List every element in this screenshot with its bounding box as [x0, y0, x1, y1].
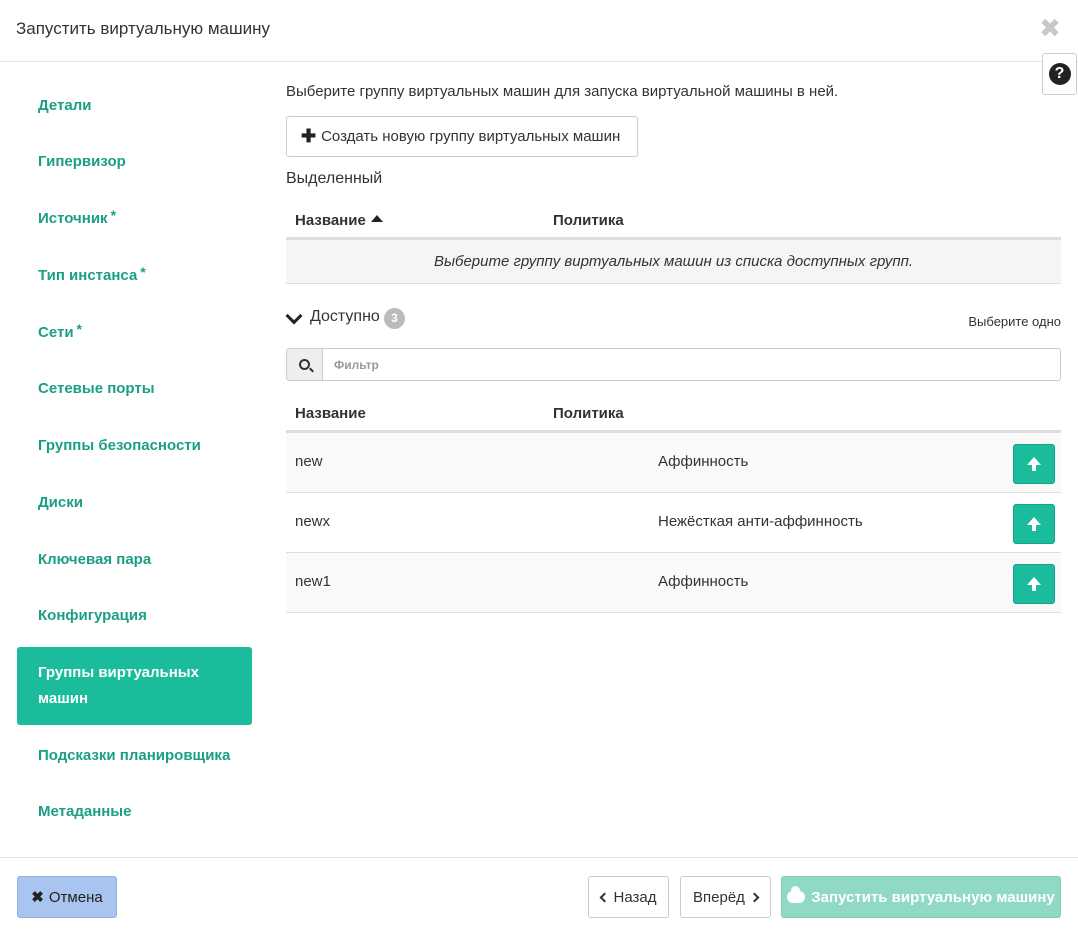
next-button[interactable]: Вперёд	[680, 876, 771, 918]
row-name: newx	[295, 513, 331, 530]
nav-item-server-groups[interactable]: Группы виртуальных машин	[17, 647, 252, 725]
chevron-right-icon	[749, 892, 760, 902]
next-label: Вперёд	[693, 888, 745, 906]
selected-table-header: Название Политика	[286, 200, 1061, 240]
nav-item-label: Конфигурация	[38, 607, 147, 624]
intro-text: Выберите группу виртуальных машин для за…	[286, 83, 839, 100]
available-section-header[interactable]: Доступно 3 Выберите одно	[285, 306, 1061, 332]
arrow-up-icon	[1027, 577, 1041, 591]
nav-item-details[interactable]: Детали	[17, 93, 252, 119]
nav-item-label: Источник	[38, 210, 108, 227]
nav-item-label: Гипервизор	[38, 153, 126, 170]
search-icon	[299, 359, 310, 370]
table-row: new Аффинность	[286, 433, 1061, 493]
required-mark: *	[140, 264, 146, 280]
nav-item-configuration[interactable]: Конфигурация	[17, 603, 252, 629]
selected-section-title: Выделенный	[286, 170, 383, 187]
sort-asc-icon	[370, 215, 383, 222]
row-name: new1	[295, 573, 331, 590]
modal-title: Запустить виртуальную машину	[16, 19, 271, 38]
cloud-upload-icon	[787, 886, 806, 903]
available-table-header: Название Политика	[286, 393, 1061, 433]
back-label: Назад	[613, 888, 657, 906]
back-button[interactable]: Назад	[588, 876, 669, 918]
close-icon: ✖	[31, 889, 44, 906]
allocate-button[interactable]	[1013, 504, 1055, 544]
search-addon	[286, 348, 323, 381]
selected-empty-message: Выберите группу виртуальных машин из спи…	[286, 240, 1061, 284]
nav-item-label: Диски	[38, 494, 83, 511]
required-mark: *	[110, 207, 117, 223]
row-policy: Нежёсткая анти-аффинность	[658, 513, 863, 530]
question-icon: ?	[1048, 63, 1071, 85]
row-policy: Аффинность	[658, 573, 749, 590]
allocate-button[interactable]	[1013, 444, 1055, 484]
required-mark: *	[76, 321, 82, 337]
nav-item-security-groups[interactable]: Группы безопасности	[17, 433, 252, 459]
nav-item-key-pair[interactable]: Ключевая пара	[17, 547, 252, 573]
select-one-hint: Выберите одно	[968, 314, 1061, 329]
filter-input[interactable]	[322, 348, 1061, 381]
nav-item-label: Сети	[38, 324, 74, 341]
table-row: newx Нежёсткая анти-аффинность	[286, 493, 1061, 553]
available-count-badge: 3	[384, 308, 405, 329]
close-icon[interactable]: ✖	[1038, 15, 1062, 41]
modal-footer: ✖ Отмена Назад Вперёд Запустить виртуаль…	[0, 857, 1078, 934]
nav-item-label: Ключевая пара	[38, 551, 152, 568]
nav-item-label: Сетевые порты	[38, 380, 155, 397]
modal-header: Запустить виртуальную машину ✖	[0, 0, 1078, 62]
allocate-button[interactable]	[1013, 564, 1055, 604]
nav-item-label: Тип инстанса	[38, 267, 138, 284]
nav-item-label: Группы виртуальных машин	[38, 664, 199, 707]
nav-item-label: Детали	[38, 97, 92, 114]
help-button[interactable]: ?	[1042, 53, 1077, 95]
column-header-name[interactable]: Название	[295, 212, 383, 229]
nav-item-network-ports[interactable]: Сетевые порты	[17, 376, 252, 402]
launch-label: Запустить виртуальную машину	[811, 888, 1055, 906]
row-policy: Аффинность	[658, 453, 749, 470]
row-name: new	[295, 453, 323, 470]
nav-item-source[interactable]: Источник *	[17, 206, 252, 232]
nav-item-hypervisor[interactable]: Гипервизор	[17, 149, 252, 175]
column-name-label: Название	[295, 212, 366, 229]
cancel-label: Отмена	[48, 888, 103, 906]
create-button-label: Создать новую группу виртуальных машин	[321, 128, 621, 145]
nav-item-metadata[interactable]: Метаданные	[17, 799, 252, 825]
nav-item-volumes[interactable]: Диски	[17, 490, 252, 516]
launch-instance-button[interactable]: Запустить виртуальную машину	[781, 876, 1061, 918]
chevron-left-icon	[599, 892, 609, 902]
chevron-down-icon[interactable]	[285, 307, 303, 325]
plus-icon: ✚	[301, 126, 317, 146]
launch-instance-modal: Запустить виртуальную машину ✖ ? Детали …	[0, 0, 1078, 934]
column-header-policy: Политика	[553, 405, 624, 422]
create-server-group-button[interactable]: ✚ Создать новую группу виртуальных машин	[286, 116, 638, 157]
cancel-button[interactable]: ✖ Отмена	[17, 876, 117, 918]
table-row: new1 Аффинность	[286, 553, 1061, 613]
column-header-policy: Политика	[553, 212, 624, 229]
nav-item-label: Группы безопасности	[38, 437, 201, 454]
nav-item-label: Подсказки планировщика	[38, 747, 231, 764]
nav-item-scheduler-hints[interactable]: Подсказки планировщика	[17, 743, 252, 769]
nav-item-label: Метаданные	[38, 803, 132, 820]
arrow-up-icon	[1027, 517, 1041, 531]
nav-item-flavor[interactable]: Тип инстанса *	[17, 263, 252, 289]
column-header-name[interactable]: Название	[295, 405, 366, 422]
filter-group	[286, 348, 1061, 381]
nav-item-networks[interactable]: Сети *	[17, 320, 252, 346]
available-section-title: Доступно	[310, 308, 380, 325]
arrow-up-icon	[1027, 457, 1041, 471]
